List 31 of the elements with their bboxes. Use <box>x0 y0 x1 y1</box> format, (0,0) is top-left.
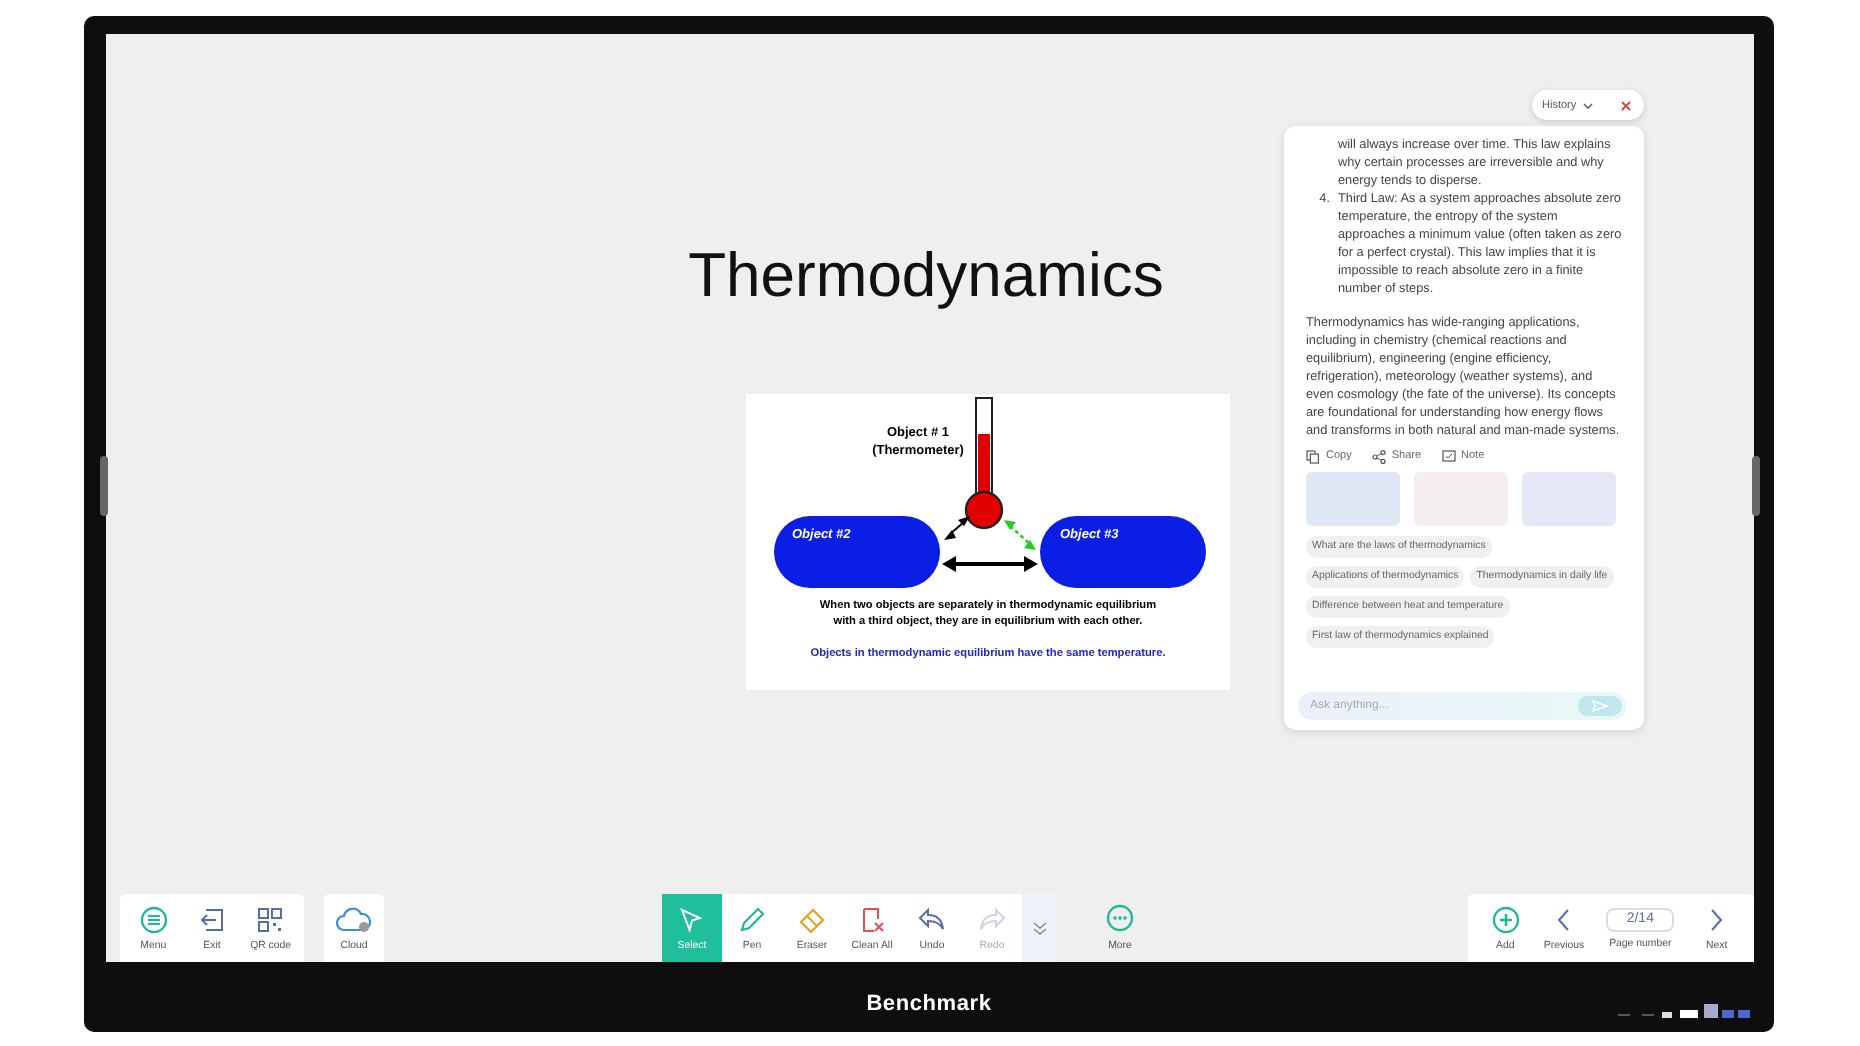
send-icon <box>1592 700 1608 712</box>
double-arrow <box>944 516 970 540</box>
image-thumbnail[interactable] <box>1306 472 1400 526</box>
slide-title: Thermodynamics <box>688 238 1164 314</box>
double-chevron-icon <box>1031 920 1047 936</box>
copy-icon <box>1306 450 1320 464</box>
port-icons-drawing <box>1618 1004 1750 1024</box>
expand-button[interactable] <box>1022 894 1056 962</box>
eraser-icon <box>798 905 826 933</box>
plus-icon <box>1491 905 1520 933</box>
undo-icon <box>918 905 946 933</box>
pen-icon <box>738 905 766 933</box>
side-handle[interactable] <box>100 456 108 516</box>
double-arrow <box>1004 520 1036 550</box>
brand-logo: Benchmark <box>866 992 992 1016</box>
note-icon <box>1441 450 1456 464</box>
double-arrow <box>942 556 1038 572</box>
redo-icon <box>978 905 1006 933</box>
send-button[interactable] <box>1578 696 1622 716</box>
cloud-icon <box>336 905 372 933</box>
close-icon[interactable] <box>1620 99 1632 111</box>
chevron-down-icon <box>1582 101 1595 109</box>
menu-icon <box>139 905 168 933</box>
side-handle[interactable] <box>1752 456 1760 516</box>
share-icon <box>1371 450 1386 464</box>
cursor-icon <box>678 905 706 933</box>
exit-icon <box>197 905 226 933</box>
more-icon <box>1106 904 1134 932</box>
qr-code-icon <box>256 905 285 933</box>
clear-page-icon <box>858 905 886 933</box>
image-thumbnail[interactable] <box>1522 472 1616 526</box>
